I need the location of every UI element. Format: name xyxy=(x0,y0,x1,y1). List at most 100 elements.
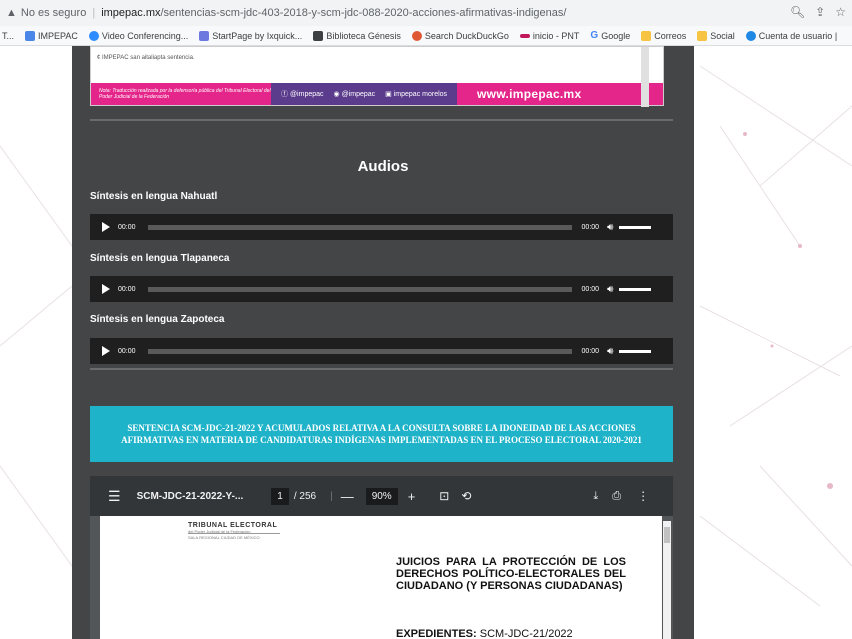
bookmark-item[interactable]: G Google xyxy=(590,30,630,41)
url-host[interactable]: impepac.mx xyxy=(101,7,160,19)
play-icon[interactable] xyxy=(102,222,110,232)
bookmark-label: T... xyxy=(2,30,15,41)
play-icon[interactable] xyxy=(102,346,110,356)
audio-label-nahuatl: Síntesis en lengua Nahuatl xyxy=(90,191,218,202)
audio-label-zapoteca: Síntesis en lengua Zapoteca xyxy=(90,314,225,325)
fit-page-icon[interactable]: ⊡ xyxy=(439,489,449,503)
folder-icon xyxy=(25,30,36,41)
org-name: TRIBUNAL ELECTORAL xyxy=(188,522,278,529)
address-separator: | xyxy=(92,7,96,19)
pdf-scrollbar[interactable] xyxy=(663,521,671,639)
pdf-expedientes: EXPEDIENTES: SCM-JDC-21/2022 xyxy=(396,628,573,639)
bookmark-label: IMPEPAC xyxy=(38,30,78,41)
facebook-label: @impepac xyxy=(289,91,324,98)
sentencia-banner: SENTENCIA SCM-JDC-21-2022 Y ACUMULADOS R… xyxy=(90,406,673,462)
exp-label: EXPEDIENTES: xyxy=(396,628,477,639)
scrollbar-thumb[interactable] xyxy=(664,527,670,543)
bookmark-label: Correos xyxy=(654,30,687,41)
pdf-filename: SCM-JDC-21-2022-Y-... xyxy=(136,490,244,502)
social-handles: ⓕ @impepac ◉ @impepac ▣ impepac morelos xyxy=(271,83,458,105)
infographic-band: Nota: Traducción realizada por la defens… xyxy=(91,83,663,105)
exp-value: SCM-JDC-21/2022 xyxy=(479,628,573,639)
volume-icon[interactable]: 🔊︎ xyxy=(607,284,613,295)
divider xyxy=(90,368,673,370)
seek-bar[interactable] xyxy=(147,224,572,230)
volume-slider[interactable] xyxy=(619,287,652,291)
bookmark-item[interactable]: Social xyxy=(697,30,735,41)
warning-icon[interactable]: ▲ xyxy=(6,7,17,19)
bookmark-item[interactable]: StartPage by Ixquick... xyxy=(199,30,303,41)
duckduckgo-icon xyxy=(411,30,422,41)
youtube-label: impepac morelos xyxy=(393,91,448,98)
bookmark-label: Cuenta de usuario | xyxy=(758,30,838,41)
twitter-handle: ◉ @impepac xyxy=(333,91,376,98)
seek-bar[interactable] xyxy=(147,286,572,292)
folder-icon xyxy=(697,30,708,41)
zoom-in-button[interactable]: + xyxy=(408,489,416,504)
bookmark-item[interactable]: IMPEPAC xyxy=(25,30,78,41)
bookmark-item[interactable]: T... xyxy=(2,31,14,41)
page-number-input[interactable]: 1 xyxy=(271,487,289,505)
infographic-image: ¢ IMPEPAC san aitaliapta sentencia. Nota… xyxy=(90,46,664,107)
volume-icon[interactable]: 🔊︎ xyxy=(607,222,613,233)
pdf-heading: JUICIOS PARA LA PROTECCIÓN DE LOS DERECH… xyxy=(396,556,626,592)
account-icon xyxy=(745,30,756,41)
bookmark-item[interactable]: Correos xyxy=(641,30,687,41)
bookmark-label: Biblioteca Génesis xyxy=(326,30,401,41)
address-bar[interactable]: ▲ No es seguro | impepac.mx /sentencias-… xyxy=(0,0,852,26)
org-sala: SALA REGIONAL CIUDAD DE MÉXICO xyxy=(188,535,260,540)
startpage-icon xyxy=(199,30,210,41)
url-path[interactable]: /sentencias-scm-jdc-403-2018-y-scm-jdc-0… xyxy=(160,7,566,19)
zoom-input[interactable]: 90% xyxy=(365,487,398,505)
security-label[interactable]: No es seguro xyxy=(21,7,86,19)
youtube-handle: ▣ impepac morelos xyxy=(385,91,448,98)
audio-player-tlapaneca[interactable]: 00:00 00:00 🔊︎ xyxy=(90,276,673,302)
bookmark-label: Google xyxy=(601,30,631,41)
pdf-viewer[interactable]: ☰ SCM-JDC-21-2022-Y-... 1 / 256 | — 90% … xyxy=(90,476,673,639)
audios-heading: Audios xyxy=(357,158,409,175)
volume-icon[interactable]: 🔊︎ xyxy=(607,346,613,357)
bookmark-item[interactable]: Cuenta de usuario | xyxy=(745,30,838,41)
google-icon: G xyxy=(590,30,599,41)
address-actions: 🔍︎ ⇪ ☆ xyxy=(790,5,846,19)
volume-slider[interactable] xyxy=(619,349,652,353)
toolbar-separator: | xyxy=(330,490,333,502)
infographic-url: www.impepac.mx xyxy=(477,87,582,101)
folder-icon xyxy=(641,30,652,41)
library-icon xyxy=(313,30,324,41)
audio-player-nahuatl[interactable]: 00:00 00:00 🔊︎ xyxy=(90,214,673,240)
bookmarks-bar: T... IMPEPAC Video Conferencing... Start… xyxy=(0,26,852,46)
print-icon[interactable]: ⎙ xyxy=(612,490,621,503)
bookmark-label: StartPage by Ixquick... xyxy=(212,30,303,41)
video-icon xyxy=(88,30,99,41)
bookmark-label: Search DuckDuckGo xyxy=(424,30,509,41)
more-options-icon[interactable]: ⋮ xyxy=(637,489,649,503)
bookmark-item[interactable]: inicio - PNT xyxy=(519,30,580,41)
bookmark-label: Video Conferencing... xyxy=(101,30,189,41)
menu-icon[interactable]: ☰ xyxy=(108,488,121,505)
bookmark-item[interactable]: Video Conferencing... xyxy=(88,30,189,41)
star-icon[interactable]: ☆ xyxy=(835,5,846,19)
bookmark-label: inicio - PNT xyxy=(532,30,580,41)
audio-label-tlapaneca: Síntesis en lengua Tlapaneca xyxy=(90,253,230,264)
divider xyxy=(90,119,673,121)
current-time: 00:00 xyxy=(118,347,136,355)
bookmark-item[interactable]: Search DuckDuckGo xyxy=(411,30,509,41)
duration: 00:00 xyxy=(581,285,600,293)
seek-bar[interactable] xyxy=(147,348,572,354)
duration: 00:00 xyxy=(581,223,600,231)
rotate-icon[interactable]: ⟲ xyxy=(461,489,471,503)
infographic-scrollbar[interactable] xyxy=(641,47,649,107)
bookmark-item[interactable]: Biblioteca Génesis xyxy=(313,30,401,41)
zoom-icon[interactable]: 🔍︎ xyxy=(790,5,805,19)
volume-slider[interactable] xyxy=(619,225,652,229)
org-rule xyxy=(188,533,280,534)
share-icon[interactable]: ⇪ xyxy=(815,5,825,19)
twitter-label: @impepac xyxy=(341,91,376,98)
current-time: 00:00 xyxy=(118,223,136,231)
audio-player-zapoteca[interactable]: 00:00 00:00 🔊︎ xyxy=(90,338,673,364)
download-icon[interactable]: ⤓ xyxy=(593,490,598,503)
play-icon[interactable] xyxy=(102,284,110,294)
facebook-handle: ⓕ @impepac xyxy=(281,91,324,98)
zoom-out-button[interactable]: — xyxy=(341,489,354,504)
